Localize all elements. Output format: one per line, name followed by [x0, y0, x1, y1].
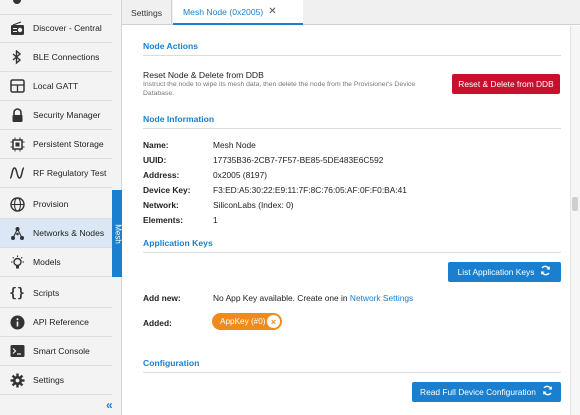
- refresh-icon: [540, 265, 551, 279]
- sidebar-item-label: BLE Connections: [33, 52, 100, 62]
- wave-icon: [9, 165, 25, 181]
- sidebar-item-local-gatt[interactable]: Local GATT: [0, 72, 112, 101]
- added-label: Added:: [143, 318, 172, 328]
- address-label: Address:: [143, 170, 180, 180]
- sidebar-item-partial[interactable]: [0, 0, 112, 15]
- elements-label: Elements:: [143, 215, 184, 225]
- name-value: Mesh Node: [213, 140, 256, 150]
- divider: [143, 55, 561, 56]
- sidebar-item-rf-regulatory-test[interactable]: RF Regulatory Test: [0, 159, 112, 188]
- sidebar-item-discover-central[interactable]: Discover - Central: [0, 14, 112, 43]
- sidebar-item-label: Smart Console: [33, 346, 90, 356]
- sidebar-item-label: Networks & Nodes: [33, 228, 105, 238]
- sidebar-item-label: Discover - Central: [33, 23, 102, 33]
- sidebar-item-security-manager[interactable]: Security Manager: [0, 101, 112, 130]
- sidebar-item-ble-connections[interactable]: BLE Connections: [0, 43, 112, 72]
- divider: [143, 128, 561, 129]
- reset-node-title: Reset Node & Delete from DDB: [143, 70, 264, 80]
- appkey-chip-label: AppKey (#0): [220, 317, 266, 326]
- close-icon[interactable]: ✕: [268, 6, 276, 17]
- sidebar-item-scripts[interactable]: {} Scripts: [0, 279, 112, 308]
- network-label: Network:: [143, 200, 179, 210]
- sidebar-item-label: Provision: [33, 199, 69, 209]
- bulb-icon: [9, 254, 25, 270]
- section-title-configuration: Configuration: [143, 358, 200, 368]
- section-title-node-actions: Node Actions: [143, 41, 199, 51]
- sidebar-item-models[interactable]: Models: [0, 248, 112, 277]
- tab-label: Mesh Node (0x2005): [183, 6, 264, 17]
- section-title-application-keys: Application Keys: [143, 238, 213, 248]
- collapse-sidebar-button[interactable]: «: [106, 398, 113, 412]
- radio-icon: [9, 20, 25, 36]
- reset-delete-button[interactable]: Reset & Delete from DDB: [452, 74, 560, 94]
- elements-value: 1: [213, 215, 218, 225]
- add-new-text: No App Key available. Create one in Netw…: [213, 293, 413, 303]
- sidebar-item-provision[interactable]: Provision: [0, 190, 112, 219]
- read-full-device-configuration-button[interactable]: Read Full Device Configuration: [412, 382, 561, 402]
- list-application-keys-button[interactable]: List Application Keys: [448, 262, 561, 282]
- info-icon: [9, 314, 25, 330]
- divider: [143, 372, 561, 373]
- sidebar-item-label: Persistent Storage: [33, 139, 104, 149]
- add-new-label: Add new:: [143, 293, 181, 303]
- divider: [143, 252, 561, 253]
- sidebar-item-networks-nodes[interactable]: Networks & Nodes: [0, 219, 112, 248]
- sidebar-item-label: Models: [33, 257, 61, 267]
- bluetooth-icon: [9, 49, 25, 65]
- mesh-group-label: Mesh: [113, 223, 122, 244]
- table-icon: [9, 78, 25, 94]
- sidebar-item-persistent-storage[interactable]: Persistent Storage: [0, 130, 112, 159]
- device-key-label: Device Key:: [143, 185, 191, 195]
- button-label: Read Full Device Configuration: [420, 387, 536, 397]
- gear-icon: [9, 372, 25, 388]
- tab-bar: Settings Mesh Node (0x2005) ✕: [122, 0, 580, 25]
- globe-icon: [9, 196, 25, 212]
- network-icon: [9, 225, 25, 241]
- terminal-icon: [9, 343, 25, 359]
- add-new-message: No App Key available. Create one in: [213, 293, 348, 303]
- gear-small-icon: [9, 0, 25, 8]
- chip-icon: [9, 136, 25, 152]
- appkey-chip: AppKey (#0) ×: [212, 313, 282, 330]
- sidebar-item-label: Security Manager: [33, 110, 101, 120]
- sidebar-item-settings[interactable]: Settings: [0, 366, 112, 395]
- address-value: 0x2005 (8197): [213, 170, 268, 180]
- sidebar-item-label: Scripts: [33, 288, 60, 298]
- tab-mesh-node[interactable]: Mesh Node (0x2005) ✕: [173, 0, 303, 25]
- uuid-label: UUID:: [143, 155, 167, 165]
- scrollbar-track[interactable]: [570, 26, 580, 415]
- sidebar-item-label: Local GATT: [33, 81, 79, 91]
- main-content: Node Actions Reset Node & Delete from DD…: [122, 26, 570, 415]
- scrollbar-thumb[interactable]: [572, 197, 578, 211]
- section-title-node-information: Node Information: [143, 114, 215, 124]
- remove-appkey-icon[interactable]: ×: [267, 315, 280, 328]
- sidebar: Discover - Central BLE Connections Local…: [0, 0, 123, 415]
- name-label: Name:: [143, 140, 169, 150]
- device-key-value: F3:ED:A5:30:22:E9:11:7F:8C:76:05:AF:0F:F…: [213, 185, 407, 195]
- refresh-icon: [542, 385, 553, 399]
- sidebar-item-smart-console[interactable]: Smart Console: [0, 337, 112, 366]
- reset-node-description: Instruct the node to wipe its mesh data,…: [143, 81, 416, 97]
- network-value: SiliconLabs (Index: 0): [213, 200, 294, 210]
- network-settings-link[interactable]: Network Settings: [350, 293, 413, 303]
- uuid-value: 17735B36-2CB7-7F57-BE85-5DE483E6C592: [213, 155, 384, 165]
- button-label: List Application Keys: [457, 267, 535, 277]
- tab-label: Settings: [130, 7, 163, 18]
- sidebar-item-label: API Reference: [33, 317, 89, 327]
- sidebar-item-label: RF Regulatory Test: [33, 168, 107, 178]
- sidebar-item-label: Settings: [33, 375, 65, 385]
- tab-settings[interactable]: Settings: [122, 0, 172, 25]
- braces-icon: {}: [9, 285, 25, 301]
- sidebar-item-api-reference[interactable]: API Reference: [0, 308, 112, 337]
- lock-icon: [9, 107, 25, 123]
